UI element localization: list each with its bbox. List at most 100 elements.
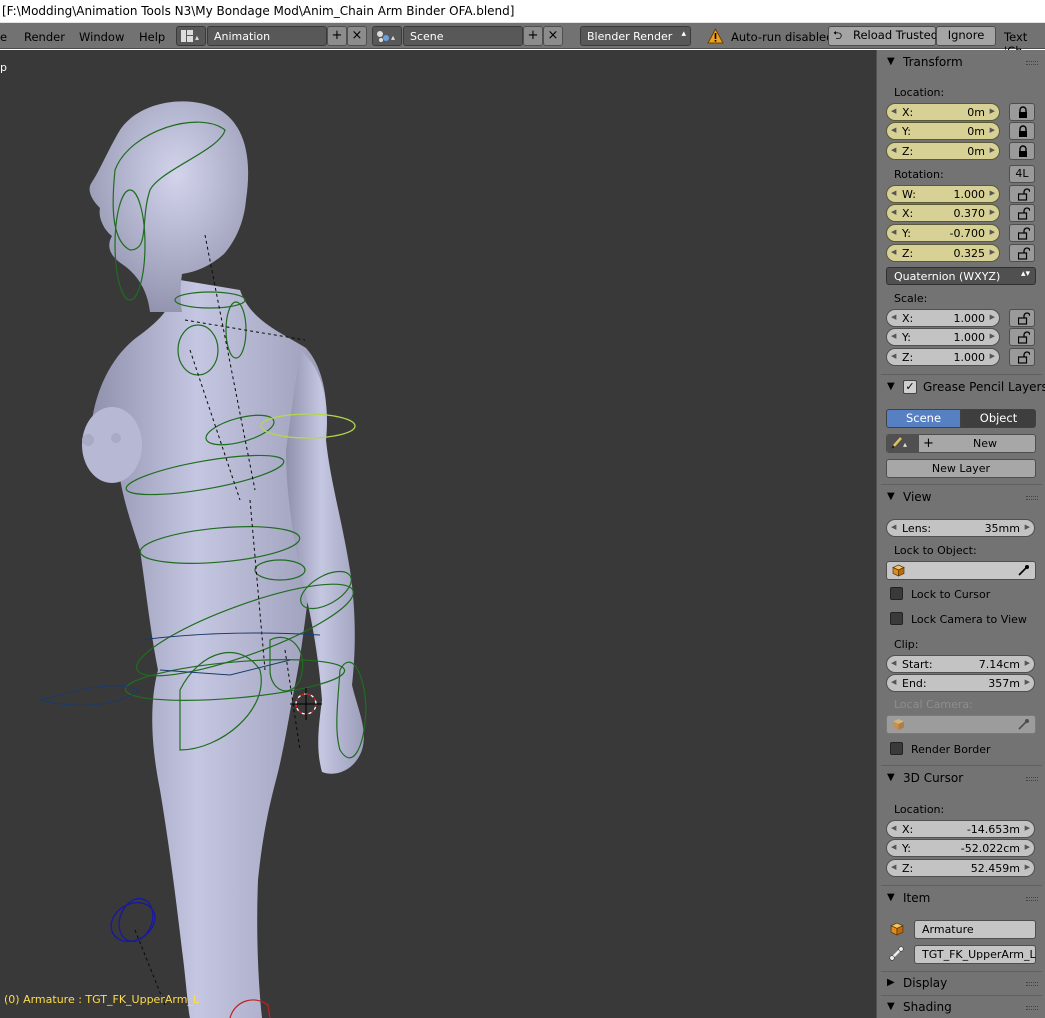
- window-title-bar: [F:\Modding\Animation Tools N3\My Bondag…: [0, 0, 1045, 23]
- tab-scene[interactable]: Scene: [886, 409, 961, 428]
- drag-grip-icon[interactable]: [1026, 61, 1038, 65]
- add-screen-button[interactable]: +: [327, 26, 347, 46]
- grease-pencil-section-header[interactable]: ▼ ✓ Grease Pencil Layers: [881, 377, 1045, 399]
- reload-icon: ⮌: [833, 28, 843, 42]
- info-header: e Render Window Help ▴ Animation + × ▴ S…: [0, 23, 1045, 58]
- dropdown-arrows-icon: ▴▾: [1020, 269, 1030, 279]
- collapse-arrow-icon: ▼: [887, 1001, 895, 1012]
- layout-grid-icon: ▴: [181, 30, 199, 42]
- lock-location-y-toggle[interactable]: [1009, 122, 1035, 140]
- delete-scene-button[interactable]: ×: [543, 26, 563, 46]
- location-y-field[interactable]: ◀ Y: 0m ▶: [886, 122, 1000, 140]
- lock-camera-to-view-checkbox[interactable]: [890, 612, 903, 625]
- menu-help[interactable]: Help: [139, 30, 165, 44]
- autorun-warning-text: Auto-run disabled: [731, 30, 834, 44]
- cursor-y-field[interactable]: ◀ Y: -52.022cm ▶: [886, 839, 1035, 857]
- object-cube-icon: [892, 564, 905, 577]
- screen-layout-browse-button[interactable]: ▴: [176, 26, 206, 46]
- warning-icon: [707, 28, 724, 44]
- viewport-status-text: (0) Armature : TGT_FK_UpperArm_L: [4, 993, 200, 1006]
- scale-z-field[interactable]: ◀ Z: 1.000 ▶: [886, 348, 1000, 366]
- drag-grip-icon[interactable]: [1026, 897, 1038, 901]
- transform-section-header[interactable]: ▼ Transform: [881, 52, 1042, 74]
- properties-panel[interactable]: ▼ Transform Location: ◀ X: 0m ▶ ◀ Y: 0m ▶ ◀ Z: 0…: [876, 50, 1045, 1018]
- lock-open-icon: [1018, 247, 1030, 260]
- tab-object[interactable]: Object: [961, 409, 1036, 428]
- lock-to-object-label: Lock to Object:: [894, 544, 977, 557]
- lock-scale-y-toggle[interactable]: [1009, 328, 1035, 346]
- lock-open-icon: [1018, 351, 1030, 364]
- menu-render[interactable]: Render: [24, 30, 65, 44]
- location-x-field[interactable]: ◀ X: 0m ▶: [886, 103, 1000, 121]
- eyedropper-icon[interactable]: [1017, 564, 1030, 577]
- lock-scale-x-toggle[interactable]: [1009, 309, 1035, 327]
- rotation-x-field[interactable]: ◀ X: 0.370 ▶: [886, 204, 1000, 222]
- rotation-y-field[interactable]: ◀ Y: -0.700 ▶: [886, 224, 1000, 242]
- drag-grip-icon[interactable]: [1026, 777, 1038, 781]
- screen-layout-field[interactable]: Animation: [207, 26, 327, 46]
- collapse-arrow-icon: ▼: [887, 381, 895, 392]
- lock-rotation-w-toggle[interactable]: [1009, 185, 1035, 203]
- render-engine-dropdown[interactable]: Blender Render ▴: [580, 26, 691, 46]
- object-cube-icon: [890, 922, 904, 936]
- lock-open-icon: [1018, 188, 1030, 201]
- lock-scale-z-toggle[interactable]: [1009, 348, 1035, 366]
- lock-to-cursor-label: Lock to Cursor: [911, 588, 991, 601]
- render-border-checkbox[interactable]: [890, 742, 903, 755]
- lock-open-icon: [1018, 312, 1030, 325]
- lock-location-z-toggle[interactable]: [1009, 142, 1035, 160]
- lock-to-cursor-checkbox[interactable]: [890, 587, 903, 600]
- display-section-header[interactable]: ▶ Display: [881, 973, 1042, 995]
- rotation-z-field[interactable]: ◀ Z: 0.325 ▶: [886, 244, 1000, 262]
- menu-window[interactable]: Window: [79, 30, 124, 44]
- item-section-header[interactable]: ▼ Item: [881, 888, 1042, 910]
- grease-pencil-enabled-checkbox[interactable]: ✓: [903, 380, 917, 394]
- lens-field[interactable]: ◀ Lens: 35mm ▶: [886, 519, 1035, 537]
- menu-file-cut[interactable]: e: [0, 30, 7, 44]
- lock-rotation-x-toggle[interactable]: [1009, 204, 1035, 222]
- lock-open-icon: [1018, 227, 1030, 240]
- shading-section-header[interactable]: ▼ Shading: [881, 997, 1042, 1018]
- window-title: [F:\Modding\Animation Tools N3\My Bondag…: [2, 4, 515, 18]
- add-scene-button[interactable]: +: [523, 26, 543, 46]
- 3d-viewport[interactable]: p (0) Armature: TGT_FK_UpperArm_L: [0, 50, 876, 1018]
- collapse-arrow-icon: ▼: [887, 892, 895, 903]
- rotation-mode-dropdown[interactable]: Quaternion (WXYZ) ▴▾: [886, 267, 1036, 285]
- root-bone-widget: [110, 897, 156, 943]
- view-section-header[interactable]: ▼ View: [881, 487, 1042, 509]
- grease-pencil-source-tabs: Scene Object: [886, 409, 1036, 428]
- lock-rotation-y-toggle[interactable]: [1009, 224, 1035, 242]
- scale-x-field[interactable]: ◀ X: 1.000 ▶: [886, 309, 1000, 327]
- scale-y-field[interactable]: ◀ Y: 1.000 ▶: [886, 328, 1000, 346]
- drag-grip-icon[interactable]: [1026, 496, 1038, 500]
- grease-pencil-new-button[interactable]: New: [887, 435, 1037, 452]
- delete-screen-button[interactable]: ×: [347, 26, 367, 46]
- scene-field[interactable]: Scene: [403, 26, 523, 46]
- clip-end-field[interactable]: ◀ End: 357m ▶: [886, 674, 1035, 692]
- svg-text:▴: ▴: [391, 33, 395, 42]
- lock-location-x-toggle[interactable]: [1009, 103, 1035, 121]
- 3d-cursor-section-header[interactable]: ▼ 3D Cursor: [881, 768, 1042, 790]
- drag-grip-icon[interactable]: [1026, 1006, 1038, 1010]
- lock-to-object-field[interactable]: [886, 561, 1036, 580]
- lock-rotation-z-toggle[interactable]: [1009, 244, 1035, 262]
- object-name-field[interactable]: Armature: [914, 920, 1036, 939]
- reload-trusted-button[interactable]: ⮌ Reload Trusted: [828, 26, 938, 46]
- drag-grip-icon[interactable]: [1026, 982, 1038, 986]
- expand-arrow-icon: ▶: [887, 977, 895, 988]
- ignore-button[interactable]: Ignore: [936, 26, 996, 46]
- cursor-x-field[interactable]: ◀ X: -14.653m ▶: [886, 820, 1035, 838]
- scene-browse-button[interactable]: ▴: [372, 26, 402, 46]
- rotation-label: Rotation:: [894, 168, 944, 181]
- clip-start-field[interactable]: ◀ Start: 7.14cm ▶: [886, 655, 1035, 673]
- local-camera-label: Local Camera:: [894, 698, 973, 711]
- location-z-field[interactable]: ◀ Z: 0m ▶: [886, 142, 1000, 160]
- lock-camera-to-view-label: Lock Camera to View: [911, 613, 1027, 626]
- rotation-lock-4l-toggle[interactable]: 4L: [1009, 165, 1035, 183]
- location-label: Location:: [894, 86, 945, 99]
- bone-name-field[interactable]: TGT_FK_UpperArm_L: [914, 945, 1036, 964]
- lock-open-icon: [1018, 331, 1030, 344]
- cursor-z-field[interactable]: ◀ Z: 52.459m ▶: [886, 859, 1035, 877]
- rotation-w-field[interactable]: ◀ W: 1.000 ▶: [886, 185, 1000, 203]
- new-layer-button[interactable]: New Layer: [886, 459, 1036, 478]
